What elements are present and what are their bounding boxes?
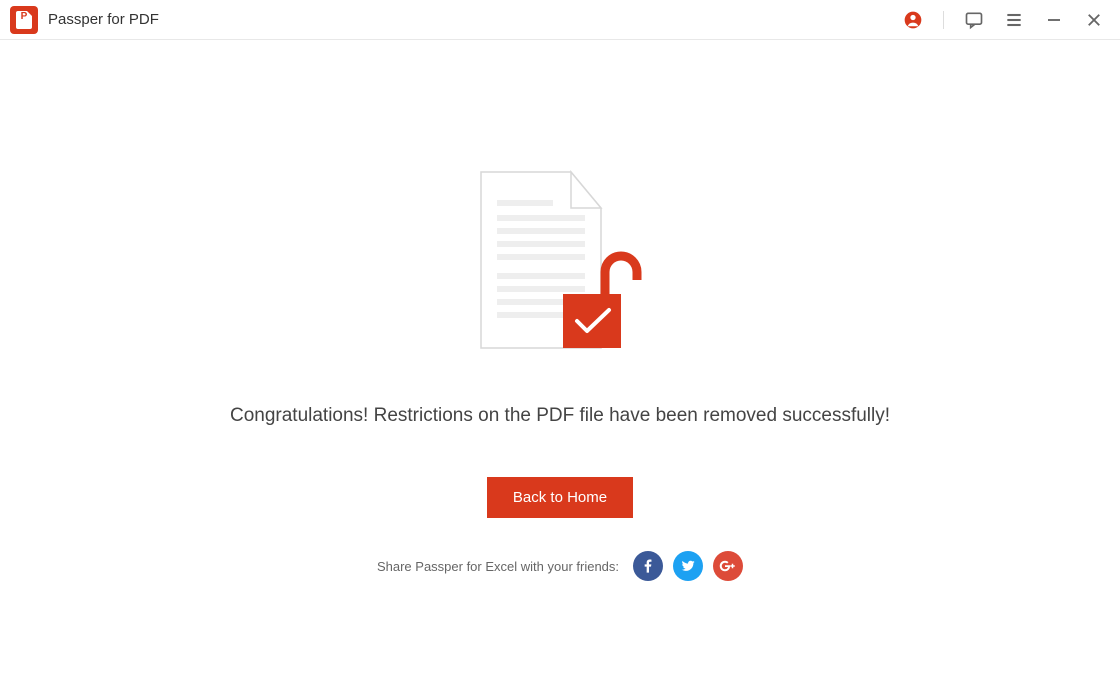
googleplus-share-icon[interactable] [713,551,743,581]
titlebar: P Passper for PDF [0,0,1120,40]
app-logo-icon: P [10,6,38,34]
share-label: Share Passper for Excel with your friend… [377,559,619,574]
facebook-share-icon[interactable] [633,551,663,581]
minimize-icon[interactable] [1044,10,1064,30]
account-icon[interactable] [903,10,923,30]
titlebar-divider [943,11,944,29]
twitter-share-icon[interactable] [673,551,703,581]
app-title: Passper for PDF [48,11,159,28]
titlebar-left: P Passper for PDF [10,6,159,34]
share-row: Share Passper for Excel with your friend… [377,551,743,581]
success-illustration [465,170,645,360]
close-icon[interactable] [1084,10,1104,30]
feedback-icon[interactable] [964,10,984,30]
back-to-home-button[interactable]: Back to Home [487,477,633,518]
main-content: Congratulations! Restrictions on the PDF… [0,40,1120,581]
menu-icon[interactable] [1004,10,1024,30]
success-message: Congratulations! Restrictions on the PDF… [230,405,890,427]
titlebar-right [903,10,1104,30]
